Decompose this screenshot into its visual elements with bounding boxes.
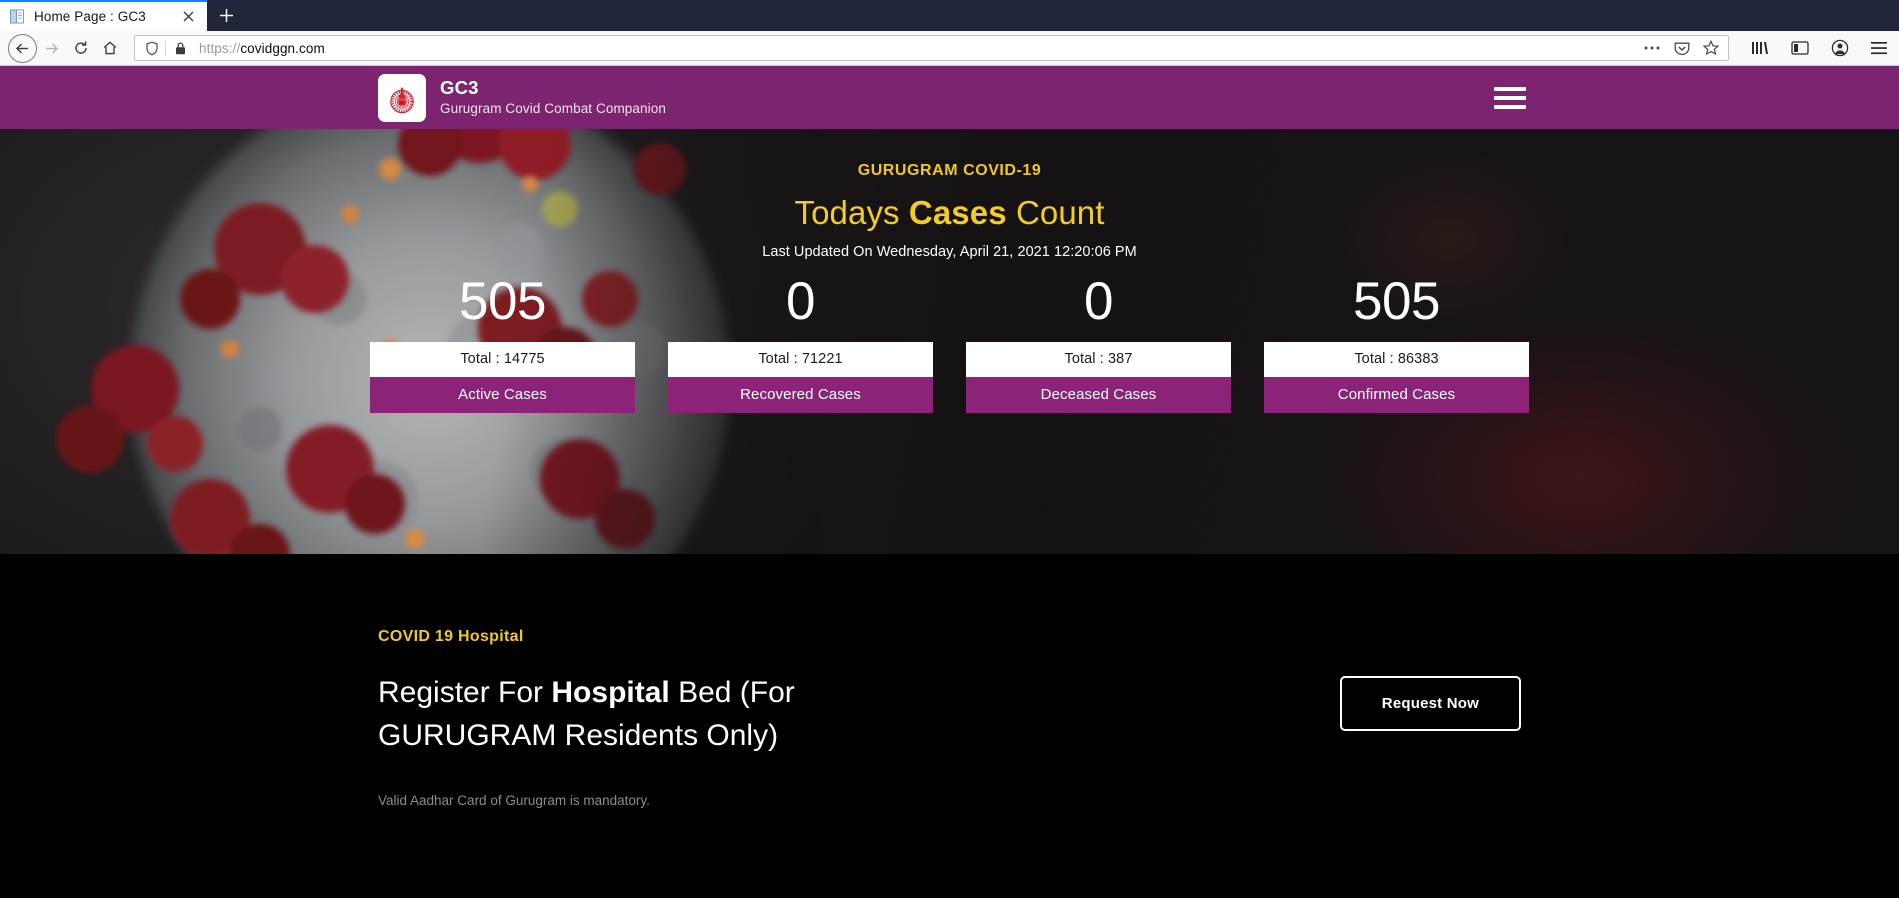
stat-card-confirmed: 505 Total : 86383 Confirmed Cases — [1264, 274, 1529, 413]
document-favicon-icon — [9, 8, 26, 25]
stat-count: 0 — [1084, 272, 1113, 331]
stat-card-deceased: 0 Total : 387 Deceased Cases — [966, 274, 1231, 413]
address-bar-divider — [165, 40, 166, 56]
reload-icon[interactable] — [66, 34, 95, 63]
stat-label: Confirmed Cases — [1264, 376, 1529, 413]
star-icon[interactable] — [1703, 40, 1719, 56]
stats-row: 505 Total : 14775 Active Cases 0 Total :… — [0, 274, 1899, 413]
site-header: GC3 Gurugram Covid Combat Companion — [0, 66, 1899, 129]
hero-title-bold: Cases — [908, 194, 1007, 231]
padlock-icon[interactable] — [168, 41, 192, 56]
new-tab-button[interactable] — [207, 0, 245, 31]
hamburger-menu-icon[interactable] — [1871, 41, 1887, 55]
hospital-note: Valid Aadhar Card of Gurugram is mandato… — [378, 793, 650, 809]
page-viewport: GC3 Gurugram Covid Combat Companion GURU… — [0, 66, 1899, 898]
stat-label: Deceased Cases — [966, 376, 1231, 413]
browser-tab-active[interactable]: Home Page : GC3 — [0, 0, 207, 31]
stat-label: Active Cases — [370, 376, 635, 413]
browser-window: Home Page : GC3 https://covidggn.com GC3… — [0, 0, 1899, 898]
stat-count: 0 — [786, 272, 815, 331]
stat-total: Total : 86383 — [1264, 341, 1529, 377]
request-now-button[interactable]: Request Now — [1339, 676, 1521, 731]
url-scheme: https:// — [199, 40, 241, 56]
tab-strip: Home Page : GC3 — [0, 0, 1899, 31]
url-host: covidggn.com — [240, 40, 325, 56]
stat-count: 505 — [1353, 272, 1440, 331]
pocket-icon[interactable] — [1674, 41, 1690, 56]
hospital-section: COVID 19 Hospital Register For Hospital … — [0, 554, 1899, 809]
hospital-eyebrow: COVID 19 Hospital — [378, 628, 524, 645]
brand[interactable]: GC3 Gurugram Covid Combat Companion — [378, 73, 666, 122]
hero-content: GURUGRAM COVID-19 Todays Cases Count Las… — [0, 129, 1899, 260]
close-icon[interactable] — [179, 7, 198, 26]
library-icon[interactable] — [1751, 40, 1769, 56]
hospital-heading-bold: Hospital — [551, 676, 670, 709]
navigation-toolbar: https://covidggn.com — [0, 31, 1899, 66]
back-arrow-icon[interactable] — [8, 33, 37, 63]
site-menu-hamburger-icon[interactable] — [1494, 85, 1526, 111]
hero-last-updated: Last Updated On Wednesday, April 21, 202… — [762, 244, 1137, 260]
stat-total: Total : 387 — [966, 341, 1231, 377]
forward-arrow-icon — [37, 34, 66, 63]
stat-card-active: 505 Total : 14775 Active Cases — [370, 274, 635, 413]
address-bar[interactable]: https://covidggn.com — [134, 35, 1729, 61]
hospital-heading: Register For Hospital Bed (For GURUGRAM … — [378, 672, 858, 757]
stat-card-recovered: 0 Total : 71221 Recovered Cases — [668, 274, 933, 413]
shield-icon[interactable] — [140, 41, 164, 56]
sidebar-icon[interactable] — [1791, 40, 1809, 56]
ellipsis-icon[interactable] — [1643, 45, 1661, 51]
hero-section: GURUGRAM COVID-19 Todays Cases Count Las… — [0, 129, 1899, 554]
stat-label: Recovered Cases — [668, 376, 933, 413]
tab-title: Home Page : GC3 — [34, 9, 146, 24]
hero-title-suffix: Count — [1006, 194, 1105, 231]
hospital-heading-prefix: Register For — [378, 676, 552, 709]
brand-title: GC3 — [440, 77, 479, 99]
hero-eyebrow: GURUGRAM COVID-19 — [857, 162, 1042, 179]
stat-count: 505 — [459, 272, 546, 331]
stat-total: Total : 14775 — [370, 341, 635, 377]
url-text: https://covidggn.com — [199, 41, 325, 56]
account-icon[interactable] — [1831, 39, 1849, 57]
brand-subtitle: Gurugram Covid Combat Companion — [440, 101, 666, 117]
home-icon[interactable] — [95, 34, 124, 63]
haryana-government-emblem-icon — [378, 73, 426, 122]
hero-title-prefix: Todays — [794, 194, 909, 231]
stat-total: Total : 71221 — [668, 341, 933, 377]
hero-title: Todays Cases Count — [0, 194, 1899, 232]
